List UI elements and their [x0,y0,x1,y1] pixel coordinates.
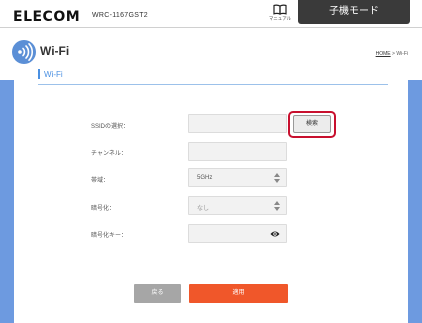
brand-logo: ELECOM [13,9,81,25]
section-divider [38,84,388,85]
key-label: 暗号化キー： [91,233,128,239]
page-title: Wi-Fi [40,44,70,58]
manual-link[interactable]: マニュアル [266,4,294,26]
right-side-stripe [408,80,422,323]
manual-book-icon [273,4,287,15]
key-field[interactable] [188,224,287,243]
back-button[interactable]: 戻る [134,284,181,303]
encryption-value: なし [197,206,210,212]
manual-label: マニュアル [268,16,292,21]
section-title: Wi-Fi [44,70,63,79]
breadcrumb-current: Wi-Fi [396,51,408,57]
breadcrumb-home[interactable]: HOME [376,51,391,57]
apply-button[interactable]: 適用 [189,284,288,303]
channel-field[interactable] [188,142,287,161]
section-marker [38,69,40,79]
band-value: 5GHz [197,175,213,181]
encryption-select[interactable]: なし [188,196,287,215]
breadcrumb: HOME > Wi-Fi [376,51,408,57]
band-label: 帯域： [91,178,110,184]
mode-tab[interactable]: 子機モード [298,0,410,24]
wifi-icon [12,40,36,64]
search-button[interactable]: 検索 [293,115,331,133]
channel-label: チャンネル： [91,151,127,157]
left-side-stripe [0,80,14,323]
eye-icon[interactable] [270,230,280,238]
ssid-field[interactable] [188,114,287,133]
ssid-label: SSIDの選択： [91,124,130,130]
encryption-label: 暗号化： [91,206,116,212]
band-select[interactable]: 5GHz [188,168,287,187]
model-name: WRC-1167GST2 [92,12,148,19]
chevron-updown-icon [274,201,280,212]
chevron-updown-icon [274,173,280,184]
header: ELECOM WRC-1167GST2 マニュアル 子機モード [0,0,422,28]
header-divider [0,27,422,28]
